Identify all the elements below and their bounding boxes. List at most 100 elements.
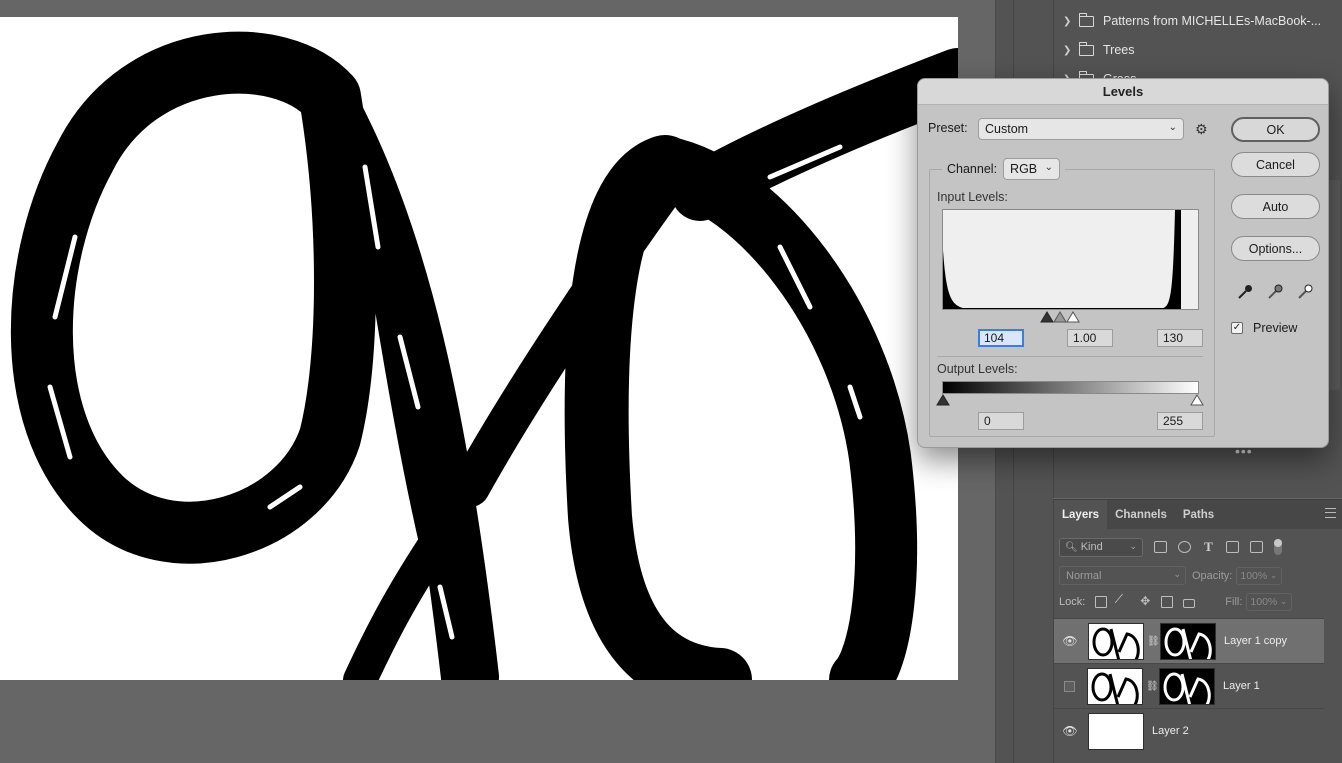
layer-name[interactable]: Layer 2: [1152, 725, 1189, 737]
filter-kind-value: Kind: [1080, 541, 1103, 553]
output-black-slider[interactable]: [936, 394, 950, 406]
input-levels-label: Input Levels:: [937, 190, 1008, 204]
tab-layers[interactable]: Layers: [1054, 500, 1108, 529]
filter-kind-select[interactable]: 🔍︎ Kind ⌄: [1059, 537, 1143, 557]
layer-row[interactable]: 👁︎ Layer 2: [1054, 708, 1324, 753]
blend-row: Normal ⌄ Opacity: 100% ⌄: [1059, 566, 1283, 585]
output-levels-label: Output Levels:: [937, 362, 1018, 376]
filter-adjustment-icon[interactable]: [1178, 541, 1191, 553]
preview-label: Preview: [1253, 321, 1298, 335]
fill-value: 100%: [1250, 596, 1278, 608]
pattern-folder-label: Trees: [1103, 43, 1135, 57]
input-black-field[interactable]: 104: [978, 329, 1024, 347]
preview-checkbox[interactable]: ✓: [1231, 322, 1243, 334]
layer-thumbnail: [1087, 667, 1143, 705]
preset-select[interactable]: Custom ⌄: [978, 118, 1184, 140]
layer-mask-thumbnail[interactable]: [1159, 667, 1215, 705]
input-white-field[interactable]: 130: [1157, 329, 1203, 347]
canvas-artwork: [10, 31, 958, 680]
layer-mask-thumbnail[interactable]: [1160, 622, 1216, 660]
preset-label: Preset:: [928, 121, 968, 135]
black-eyedropper-icon[interactable]: [1236, 283, 1254, 301]
chevron-down-icon: ⌄: [1168, 122, 1177, 133]
chevron-down-icon: ⌄: [1173, 569, 1181, 579]
layer-row[interactable]: ⛓︎ Layer 1: [1054, 663, 1324, 708]
cancel-button[interactable]: Cancel: [1231, 152, 1320, 177]
levels-dialog: Levels Preset: Custom ⌄ ⚙︎ Channel: RGB …: [917, 78, 1329, 448]
lock-move-icon[interactable]: ✥: [1139, 595, 1151, 608]
pattern-folder-row[interactable]: ❯ Trees: [1054, 36, 1342, 64]
tab-paths[interactable]: Paths: [1175, 500, 1222, 529]
layer-name[interactable]: Layer 1: [1223, 680, 1260, 692]
eye-icon[interactable]: 👁︎: [1062, 724, 1078, 738]
lock-all-icon[interactable]: [1183, 599, 1196, 608]
input-black-slider[interactable]: [1040, 311, 1054, 323]
fill-label: Fill:: [1225, 596, 1243, 608]
filter-pixel-icon[interactable]: [1154, 541, 1167, 553]
input-gamma-field[interactable]: 1.00: [1067, 329, 1113, 347]
search-icon: 🔍︎: [1065, 541, 1078, 553]
input-gamma-slider[interactable]: [1053, 311, 1067, 323]
lock-label: Lock:: [1059, 596, 1086, 608]
lock-artboard-icon[interactable]: [1161, 596, 1174, 608]
blend-mode-select[interactable]: Normal ⌄: [1059, 566, 1186, 585]
fill-field[interactable]: 100% ⌄: [1246, 593, 1293, 611]
opacity-value: 100%: [1240, 569, 1268, 582]
layer-name[interactable]: Layer 1 copy: [1224, 635, 1287, 647]
white-eyedropper-icon[interactable]: [1296, 283, 1314, 301]
layer-row[interactable]: 👁︎ ⛓︎ Layer 1 copy: [1054, 618, 1324, 663]
blend-mode-value: Normal: [1066, 569, 1102, 582]
link-chain-icon[interactable]: ⛓︎: [1146, 681, 1159, 692]
document-canvas[interactable]: [0, 17, 958, 680]
layers-panel: Layers Channels Paths 🔍︎ Kind ⌄ T Normal…: [1053, 499, 1342, 763]
input-white-slider[interactable]: [1066, 311, 1080, 323]
auto-button[interactable]: Auto: [1231, 194, 1320, 219]
lock-row: Lock: ✥ Fill: 100% ⌄: [1059, 593, 1293, 611]
filter-shape-icon[interactable]: [1226, 541, 1239, 553]
filter-toggle[interactable]: [1274, 539, 1282, 555]
layers-panel-tabs: Layers Channels Paths: [1054, 500, 1342, 529]
lock-transparent-icon[interactable]: [1095, 596, 1108, 608]
histogram: [942, 209, 1199, 310]
pattern-folder-label: Patterns from MICHELLEs-MacBook-...: [1103, 14, 1322, 28]
preset-value: Custom: [985, 122, 1029, 136]
chevron-right-icon[interactable]: ❯: [1063, 45, 1073, 56]
ok-button[interactable]: OK: [1231, 117, 1320, 142]
panel-scrollbar[interactable]: [1328, 180, 1340, 390]
folder-icon: [1079, 41, 1094, 56]
visibility-toggle[interactable]: [1064, 680, 1075, 692]
folder-icon: [1079, 12, 1094, 27]
output-black-field[interactable]: 0: [978, 412, 1024, 430]
lock-brush-icon[interactable]: [1114, 593, 1132, 611]
eye-icon[interactable]: 👁︎: [1062, 634, 1078, 648]
gray-eyedropper-icon[interactable]: [1266, 283, 1284, 301]
chevron-down-icon: ⌄: [1044, 162, 1054, 173]
pattern-folder-row[interactable]: ❯ Patterns from MICHELLEs-MacBook-...: [1054, 7, 1342, 35]
chevron-right-icon[interactable]: ❯: [1063, 16, 1073, 27]
chevron-down-icon: ⌄: [1269, 569, 1278, 580]
link-chain-icon[interactable]: ⛓︎: [1147, 636, 1160, 647]
options-button[interactable]: Options...: [1231, 236, 1320, 261]
panel-menu-icon[interactable]: [1325, 508, 1336, 518]
preview-row[interactable]: ✓ Preview: [1231, 321, 1297, 335]
output-white-field[interactable]: 255: [1157, 412, 1203, 430]
chevron-down-icon: ⌄: [1279, 596, 1288, 606]
output-white-slider[interactable]: [1190, 394, 1204, 406]
layer-thumbnail: [1088, 712, 1144, 750]
output-gradient-bar: [942, 381, 1199, 394]
gear-icon[interactable]: ⚙︎: [1195, 121, 1208, 138]
chevron-down-icon: ⌄: [1129, 540, 1137, 551]
opacity-label: Opacity:: [1192, 569, 1233, 582]
channel-label: Channel:: [947, 162, 998, 176]
filter-type-icon[interactable]: T: [1202, 540, 1215, 553]
filter-smart-object-icon[interactable]: [1250, 541, 1263, 553]
channel-value: RGB: [1010, 162, 1038, 176]
levels-divider: [937, 356, 1203, 357]
layer-filter-row: 🔍︎ Kind ⌄ T: [1059, 537, 1282, 557]
layer-thumbnail: [1088, 622, 1144, 660]
channel-row: Channel: RGB ⌄: [942, 158, 1066, 180]
tab-channels[interactable]: Channels: [1107, 500, 1175, 529]
dialog-title: Levels: [918, 79, 1328, 105]
channel-select[interactable]: RGB ⌄: [1003, 158, 1061, 180]
opacity-field[interactable]: 100% ⌄: [1236, 566, 1283, 585]
